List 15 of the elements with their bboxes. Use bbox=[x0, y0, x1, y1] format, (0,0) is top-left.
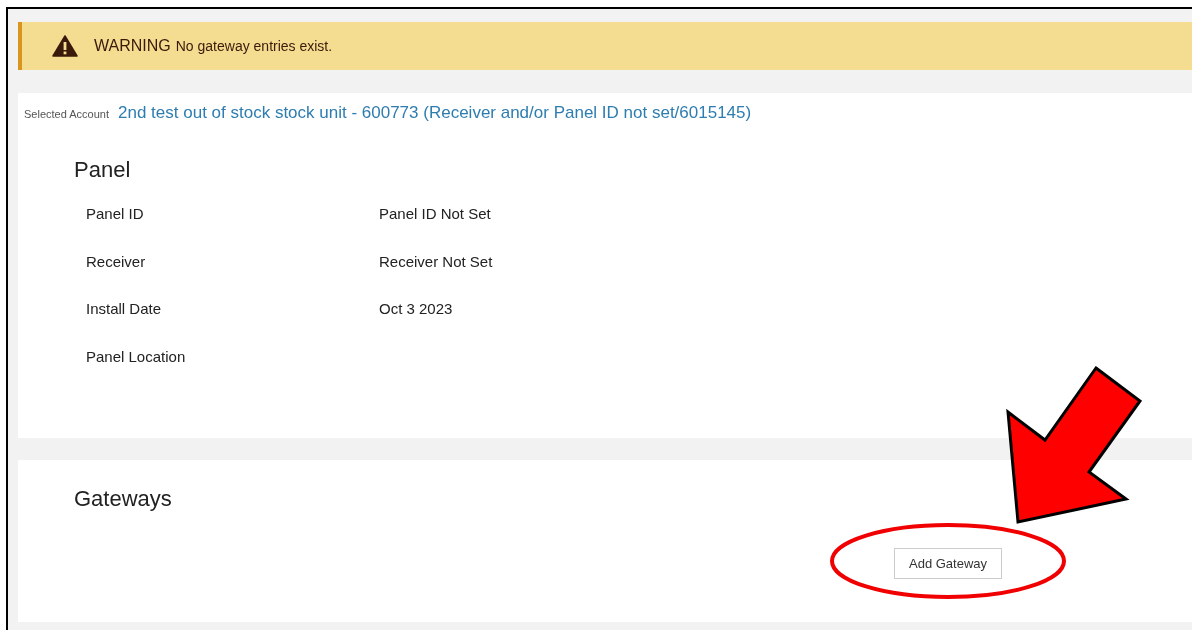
warning-message: No gateway entries exist. bbox=[175, 38, 333, 54]
section-title: Gateways bbox=[74, 486, 173, 512]
warning-label: WARNING bbox=[94, 37, 171, 55]
field-label: Install Date bbox=[86, 300, 163, 319]
field-label: Receiver bbox=[86, 252, 147, 272]
field-label: Panel ID bbox=[86, 205, 145, 224]
section-title: Panel bbox=[74, 157, 132, 183]
add-gateway-button[interactable]: Add Gateway bbox=[894, 548, 1003, 579]
field-value: Panel ID Not Set bbox=[379, 205, 491, 224]
account-label: Selected Account bbox=[24, 108, 109, 120]
account-link[interactable]: 2nd test out of stock stock unit - 600773 (Receiver and/or Panel ID not set/6015145) bbox=[118, 103, 752, 123]
field-value: Receiver Not Set bbox=[379, 252, 493, 272]
field-value: Oct 3 2023 bbox=[379, 300, 453, 319]
field-label: Panel Location bbox=[86, 347, 187, 367]
warning-icon bbox=[52, 35, 78, 57]
